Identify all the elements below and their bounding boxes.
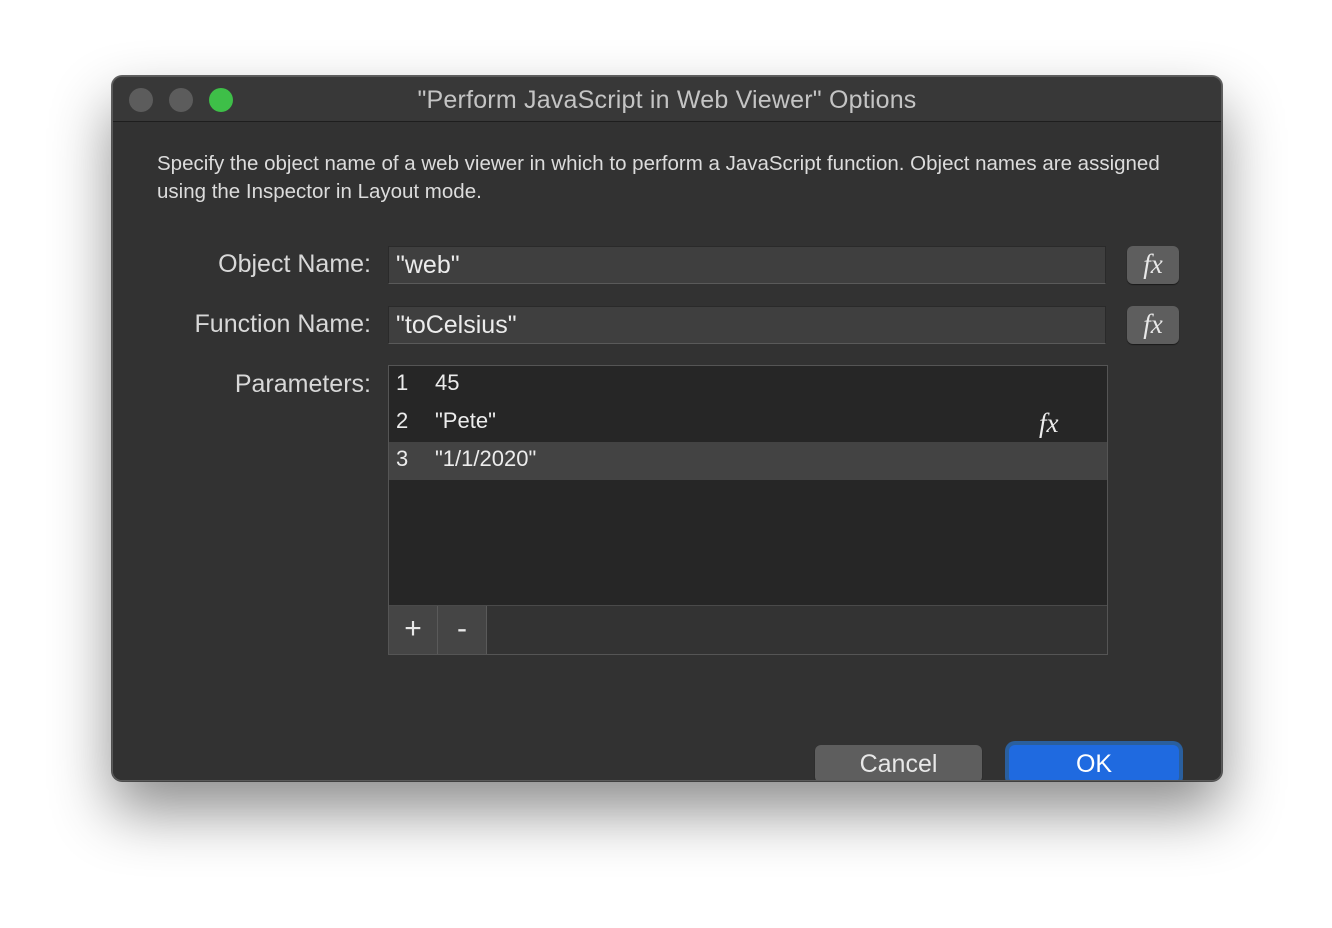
window-title: "Perform JavaScript in Web Viewer" Optio… bbox=[417, 86, 917, 114]
title-bar: "Perform JavaScript in Web Viewer" Optio… bbox=[113, 77, 1221, 122]
ok-button[interactable]: OK bbox=[1009, 745, 1179, 780]
object-name-label: Object Name: bbox=[218, 250, 371, 278]
function-name-fx-button[interactable]: fx bbox=[1127, 306, 1179, 344]
object-name-fx-button[interactable]: fx bbox=[1127, 246, 1179, 284]
description-text: Specify the object name of a web viewer … bbox=[157, 152, 1160, 203]
function-name-label: Function Name: bbox=[194, 310, 371, 338]
object-name-field[interactable]: "web" bbox=[388, 246, 1106, 284]
parameter-value: "1/1/2020" bbox=[435, 446, 537, 471]
parameter-number: 1 bbox=[396, 370, 409, 395]
fx-icon: fx bbox=[1143, 249, 1163, 279]
fx-icon: fx bbox=[1143, 309, 1163, 339]
parameter-number: 3 bbox=[396, 446, 409, 471]
add-parameter-button[interactable]: + bbox=[389, 606, 438, 654]
parameter-value: "Pete" bbox=[435, 408, 496, 433]
parameter-row[interactable]: 1 45 bbox=[389, 366, 1107, 404]
parameter-value: 45 bbox=[435, 370, 460, 395]
remove-parameter-button[interactable]: - bbox=[438, 606, 487, 654]
function-name-field[interactable]: "toCelsius" bbox=[388, 306, 1106, 344]
parameter-row[interactable]: 2 "Pete" fx bbox=[389, 404, 1107, 442]
parameters-toolbar: + - bbox=[389, 605, 1107, 654]
dialog-body: Specify the object name of a web viewer … bbox=[113, 122, 1221, 780]
parameters-label: Parameters: bbox=[234, 370, 371, 398]
parameter-row-selected[interactable]: 3 "1/1/2020" bbox=[389, 442, 1107, 480]
parameter-number: 2 bbox=[396, 408, 409, 433]
fx-icon[interactable]: fx bbox=[1039, 406, 1059, 440]
options-dialog: "Perform JavaScript in Web Viewer" Optio… bbox=[112, 76, 1222, 781]
cancel-button[interactable]: Cancel bbox=[815, 745, 982, 780]
parameters-list[interactable]: 1 45 2 "Pete" fx 3 "1/1/2020" + - bbox=[388, 365, 1108, 655]
